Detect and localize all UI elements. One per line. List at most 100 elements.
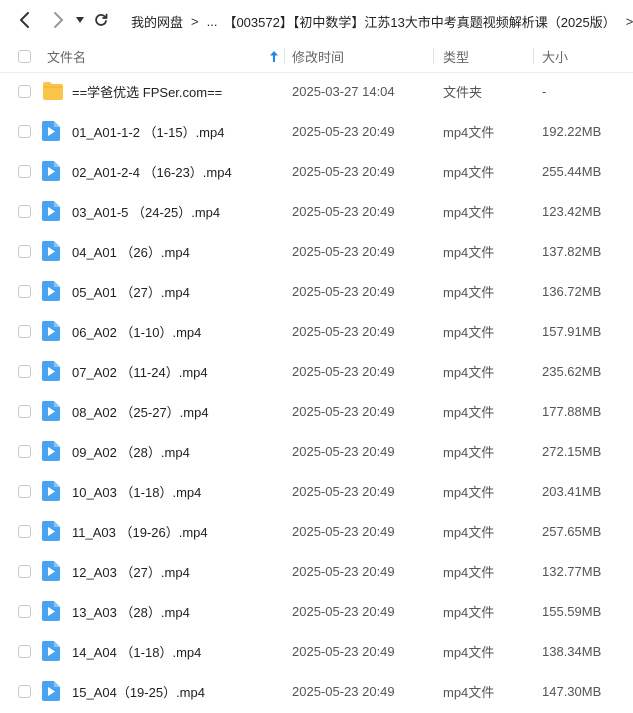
row-checkbox[interactable] xyxy=(18,605,31,618)
file-modified: 2025-05-23 20:49 xyxy=(292,323,395,339)
file-row[interactable]: ==学爸优选 FPSer.com== 2025-03-27 14:04 文件夹 - xyxy=(0,71,633,111)
column-modified-header[interactable]: 修改时间 xyxy=(292,40,344,72)
file-row[interactable]: 06_A02 （1-10）.mp4 2025-05-23 20:49 mp4文件 15… xyxy=(0,311,633,351)
file-row[interactable]: 11_A03 （19-26）.mp4 2025-05-23 20:49 mp4文件 2… xyxy=(0,511,633,551)
file-type: mp4文件 xyxy=(443,204,495,220)
file-name[interactable]: 13_A03 （28）.mp4 xyxy=(72,591,190,631)
file-name[interactable]: 11_A03 （19-26）.mp4 xyxy=(72,511,208,551)
row-checkbox[interactable] xyxy=(18,565,31,578)
video-file-icon xyxy=(42,641,62,661)
file-size: 203.41MB xyxy=(542,483,602,499)
row-checkbox[interactable] xyxy=(18,125,31,138)
file-name[interactable]: 15_A04（19-25）.mp4 xyxy=(72,671,205,711)
history-dropdown-button[interactable] xyxy=(70,10,90,30)
select-all-checkbox[interactable] xyxy=(18,50,31,63)
column-type-header[interactable]: 类型 xyxy=(443,40,469,72)
video-file-icon xyxy=(42,161,62,181)
file-type: mp4文件 xyxy=(443,484,495,500)
file-name[interactable]: 08_A02 （25-27）.mp4 xyxy=(72,391,209,431)
sort-ascending-icon[interactable] xyxy=(270,40,278,72)
row-checkbox[interactable] xyxy=(18,445,31,458)
file-type: mp4文件 xyxy=(443,604,495,620)
file-name[interactable]: 02_A01-2-4 （16-23）.mp4 xyxy=(72,151,232,191)
back-button[interactable] xyxy=(15,10,35,30)
video-file-icon xyxy=(42,401,62,421)
file-row[interactable]: 13_A03 （28）.mp4 2025-05-23 20:49 mp4文件 155.… xyxy=(0,591,633,631)
video-file-icon xyxy=(42,201,62,221)
file-name[interactable]: 14_A04 （1-18）.mp4 xyxy=(72,631,201,671)
file-size: 272.15MB xyxy=(542,443,602,459)
file-name[interactable]: ==学爸优选 FPSer.com== xyxy=(72,71,222,111)
breadcrumb-more-icon[interactable]: > xyxy=(626,14,633,29)
forward-button[interactable] xyxy=(48,10,68,30)
file-modified: 2025-05-23 20:49 xyxy=(292,123,395,139)
file-row[interactable]: 04_A01 （26）.mp4 2025-05-23 20:49 mp4文件 137.… xyxy=(0,231,633,271)
video-file-icon xyxy=(42,441,62,461)
column-divider[interactable] xyxy=(533,48,534,64)
refresh-button[interactable] xyxy=(91,10,111,30)
row-checkbox[interactable] xyxy=(18,165,31,178)
video-file-icon xyxy=(42,361,62,381)
file-row[interactable]: 02_A01-2-4 （16-23）.mp4 2025-05-23 20:49 mp… xyxy=(0,151,633,191)
row-checkbox[interactable] xyxy=(18,645,31,658)
file-name[interactable]: 06_A02 （1-10）.mp4 xyxy=(72,311,201,351)
file-modified: 2025-05-23 20:49 xyxy=(292,683,395,699)
file-modified: 2025-05-23 20:49 xyxy=(292,203,395,219)
file-type: mp4文件 xyxy=(443,244,495,260)
file-row[interactable]: 03_A01-5 （24-25）.mp4 2025-05-23 20:49 mp4文… xyxy=(0,191,633,231)
file-row[interactable]: 10_A03 （1-18）.mp4 2025-05-23 20:49 mp4文件 20… xyxy=(0,471,633,511)
video-file-icon xyxy=(42,321,62,341)
row-checkbox[interactable] xyxy=(18,365,31,378)
column-header: 文件名 修改时间 类型 大小 xyxy=(0,40,633,73)
breadcrumb-root[interactable]: 我的网盘 xyxy=(131,12,183,31)
file-type: mp4文件 xyxy=(443,684,495,700)
column-name-header[interactable]: 文件名 xyxy=(47,40,86,72)
breadcrumb-current[interactable]: 【003572】【初中数学】江苏13大市中考真题视频解析课（2025版） xyxy=(223,12,615,31)
file-row[interactable]: 05_A01 （27）.mp4 2025-05-23 20:49 mp4文件 136.… xyxy=(0,271,633,311)
video-file-icon xyxy=(42,121,62,141)
row-checkbox[interactable] xyxy=(18,405,31,418)
row-checkbox[interactable] xyxy=(18,485,31,498)
file-size: 157.91MB xyxy=(542,323,602,339)
breadcrumb-ellipsis[interactable]: ... xyxy=(207,14,218,29)
file-modified: 2025-05-23 20:49 xyxy=(292,483,395,499)
row-checkbox[interactable] xyxy=(18,85,31,98)
file-name[interactable]: 05_A01 （27）.mp4 xyxy=(72,271,190,311)
file-type: mp4文件 xyxy=(443,404,495,420)
file-name[interactable]: 03_A01-5 （24-25）.mp4 xyxy=(72,191,220,231)
file-modified: 2025-05-23 20:49 xyxy=(292,563,395,579)
file-size: 137.82MB xyxy=(542,243,602,259)
video-file-icon xyxy=(42,681,62,701)
column-divider[interactable] xyxy=(284,48,285,64)
file-row[interactable]: 01_A01-1-2 （1-15）.mp4 2025-05-23 20:49 mp4… xyxy=(0,111,633,151)
file-name[interactable]: 01_A01-1-2 （1-15）.mp4 xyxy=(72,111,224,151)
video-file-icon xyxy=(42,481,62,501)
file-row[interactable]: 15_A04（19-25）.mp4 2025-05-23 20:49 mp4文件 14… xyxy=(0,671,633,711)
file-row[interactable]: 12_A03 （27）.mp4 2025-05-23 20:49 mp4文件 132.… xyxy=(0,551,633,591)
file-modified: 2025-05-23 20:49 xyxy=(292,363,395,379)
video-file-icon xyxy=(42,281,62,301)
file-name[interactable]: 10_A03 （1-18）.mp4 xyxy=(72,471,201,511)
row-checkbox[interactable] xyxy=(18,525,31,538)
toolbar: 我的网盘 > ... 【003572】【初中数学】江苏13大市中考真题视频解析课… xyxy=(0,0,633,40)
row-checkbox[interactable] xyxy=(18,685,31,698)
file-modified: 2025-03-27 14:04 xyxy=(292,83,395,99)
file-row[interactable]: 08_A02 （25-27）.mp4 2025-05-23 20:49 mp4文件 1… xyxy=(0,391,633,431)
column-divider[interactable] xyxy=(433,48,434,64)
file-row[interactable]: 07_A02 （11-24）.mp4 2025-05-23 20:49 mp4文件 2… xyxy=(0,351,633,391)
video-file-icon xyxy=(42,561,62,581)
row-checkbox[interactable] xyxy=(18,325,31,338)
row-checkbox[interactable] xyxy=(18,205,31,218)
file-row[interactable]: 09_A02 （28）.mp4 2025-05-23 20:49 mp4文件 272.… xyxy=(0,431,633,471)
file-size: 138.34MB xyxy=(542,643,602,659)
file-type: mp4文件 xyxy=(443,444,495,460)
file-name[interactable]: 12_A03 （27）.mp4 xyxy=(72,551,190,591)
row-checkbox[interactable] xyxy=(18,285,31,298)
file-row[interactable]: 14_A04 （1-18）.mp4 2025-05-23 20:49 mp4文件 13… xyxy=(0,631,633,671)
file-name[interactable]: 04_A01 （26）.mp4 xyxy=(72,231,190,271)
row-checkbox[interactable] xyxy=(18,245,31,258)
refresh-icon xyxy=(95,13,108,26)
file-name[interactable]: 09_A02 （28）.mp4 xyxy=(72,431,190,471)
file-name[interactable]: 07_A02 （11-24）.mp4 xyxy=(72,351,208,391)
column-size-header[interactable]: 大小 xyxy=(542,40,568,72)
